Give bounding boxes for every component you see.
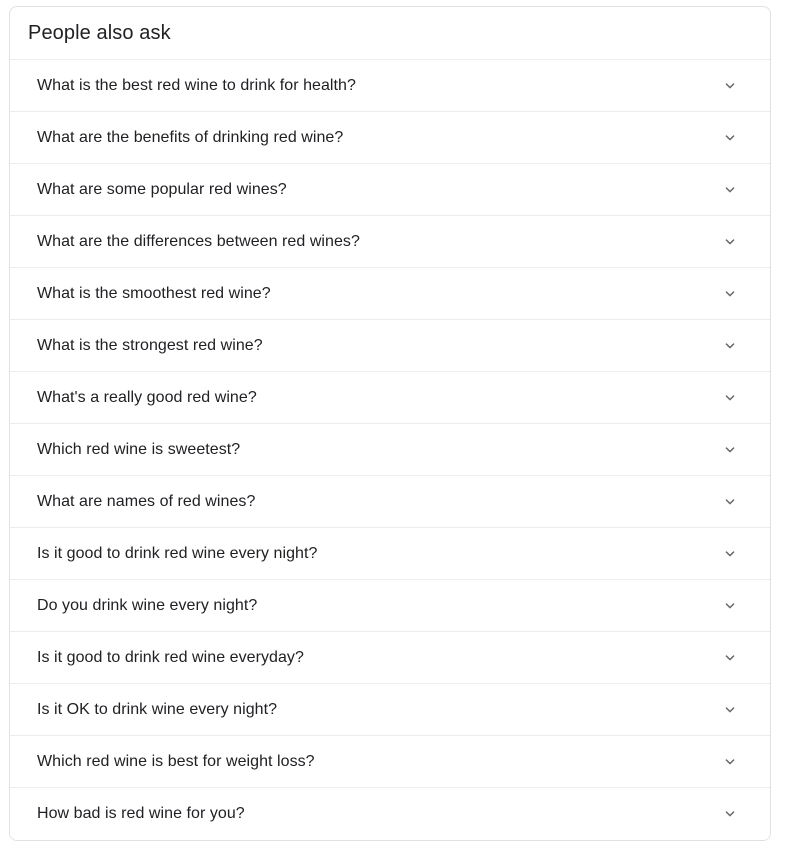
question-text: What is the strongest red wine?	[37, 336, 263, 354]
chevron-down-icon[interactable]	[718, 750, 742, 774]
question-row-6[interactable]: What is the strongest red wine?	[10, 320, 770, 372]
question-row-15[interactable]: How bad is red wine for you?	[10, 788, 770, 840]
question-text: Which red wine is sweetest?	[37, 440, 241, 458]
people-also-ask-header: People also ask	[10, 7, 770, 60]
chevron-down-icon[interactable]	[718, 334, 742, 358]
chevron-down-icon[interactable]	[718, 230, 742, 254]
chevron-down-icon[interactable]	[718, 438, 742, 462]
page-title: People also ask	[28, 22, 171, 44]
question-text: Which red wine is best for weight loss?	[37, 752, 315, 770]
question-text: Is it good to drink red wine every night…	[37, 544, 318, 562]
question-row-10[interactable]: Is it good to drink red wine every night…	[10, 528, 770, 580]
chevron-down-icon[interactable]	[718, 698, 742, 722]
question-text: Do you drink wine every night?	[37, 596, 258, 614]
chevron-down-icon[interactable]	[718, 490, 742, 514]
question-text: What are names of red wines?	[37, 492, 256, 510]
question-text: What are some popular red wines?	[37, 180, 287, 198]
question-list: What is the best red wine to drink for h…	[10, 60, 770, 840]
question-row-3[interactable]: What are some popular red wines?	[10, 164, 770, 216]
chevron-down-icon[interactable]	[718, 386, 742, 410]
chevron-down-icon[interactable]	[718, 178, 742, 202]
question-text: What is the best red wine to drink for h…	[37, 76, 356, 94]
chevron-down-icon[interactable]	[718, 594, 742, 618]
question-row-9[interactable]: What are names of red wines?	[10, 476, 770, 528]
chevron-down-icon[interactable]	[718, 74, 742, 98]
chevron-down-icon[interactable]	[718, 542, 742, 566]
question-row-1[interactable]: What is the best red wine to drink for h…	[10, 60, 770, 112]
question-text: What are the differences between red win…	[37, 232, 360, 250]
question-row-12[interactable]: Is it good to drink red wine everyday?	[10, 632, 770, 684]
question-text: What's a really good red wine?	[37, 388, 257, 406]
question-text: How bad is red wine for you?	[37, 805, 245, 822]
people-also-ask-card: People also ask What is the best red win…	[9, 6, 771, 841]
question-row-5[interactable]: What is the smoothest red wine?	[10, 268, 770, 320]
question-text: What is the smoothest red wine?	[37, 284, 271, 302]
question-row-14[interactable]: Which red wine is best for weight loss?	[10, 736, 770, 788]
question-row-13[interactable]: Is it OK to drink wine every night?	[10, 684, 770, 736]
chevron-down-icon[interactable]	[718, 802, 742, 826]
question-row-2[interactable]: What are the benefits of drinking red wi…	[10, 112, 770, 164]
question-text: Is it good to drink red wine everyday?	[37, 648, 304, 666]
chevron-down-icon[interactable]	[718, 126, 742, 150]
chevron-down-icon[interactable]	[718, 646, 742, 670]
question-row-11[interactable]: Do you drink wine every night?	[10, 580, 770, 632]
question-text: What are the benefits of drinking red wi…	[37, 128, 344, 146]
question-row-7[interactable]: What's a really good red wine?	[10, 372, 770, 424]
question-text: Is it OK to drink wine every night?	[37, 700, 278, 718]
question-row-8[interactable]: Which red wine is sweetest?	[10, 424, 770, 476]
question-row-4[interactable]: What are the differences between red win…	[10, 216, 770, 268]
chevron-down-icon[interactable]	[718, 282, 742, 306]
